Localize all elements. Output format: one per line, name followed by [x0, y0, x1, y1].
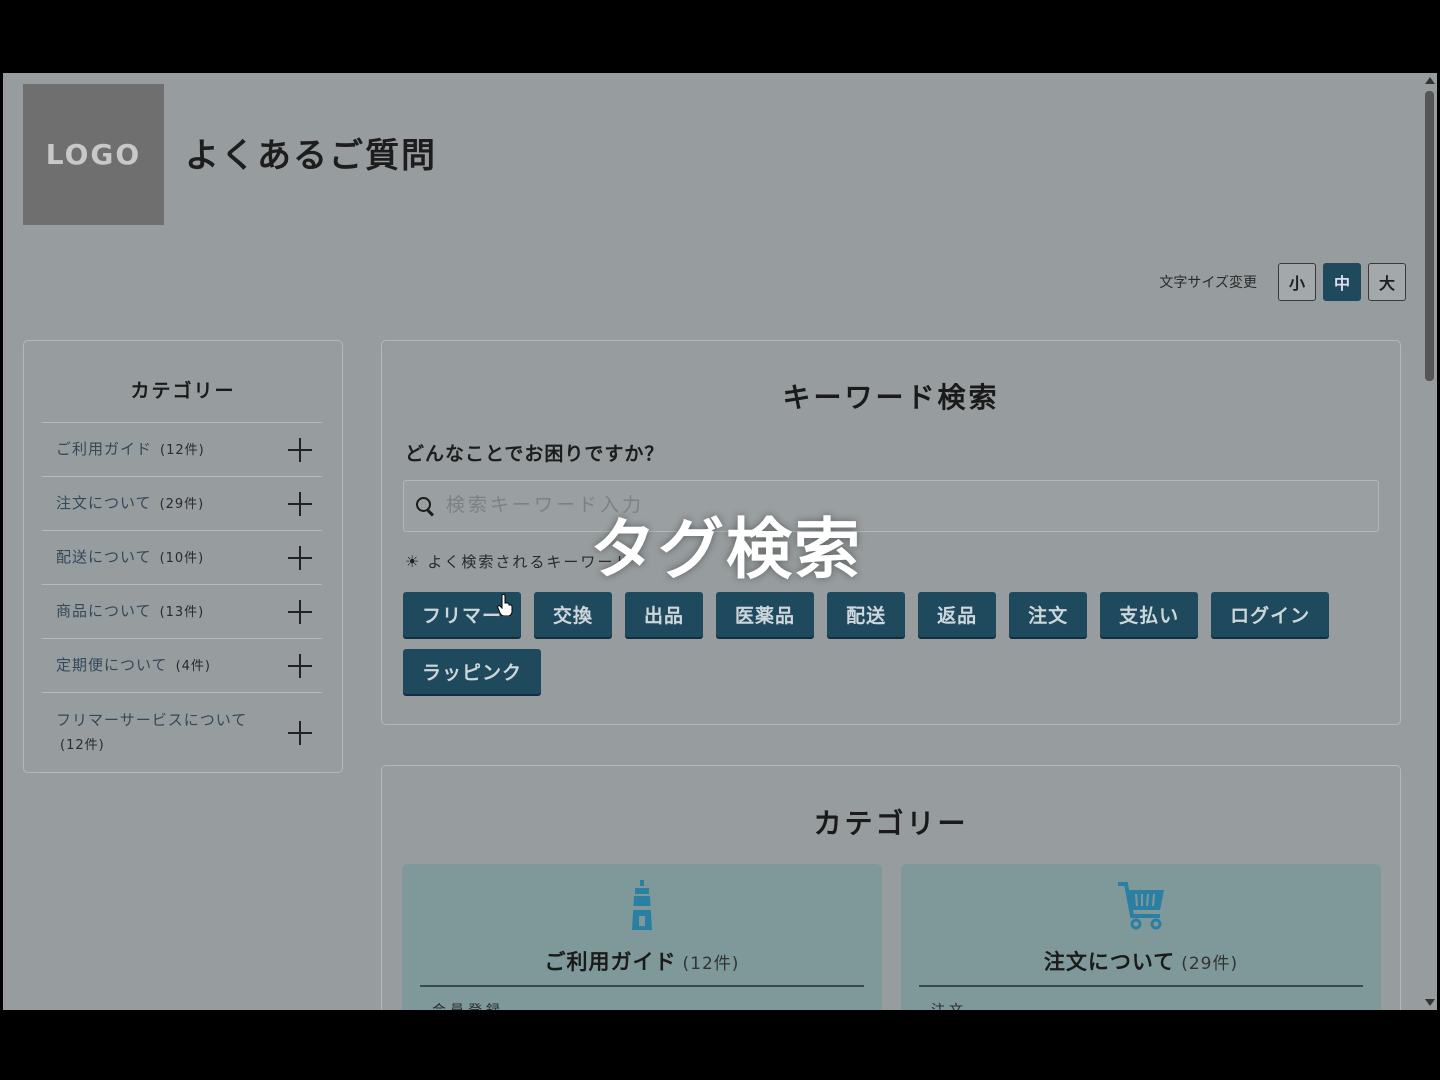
font-size-small-button[interactable]: 小 [1278, 263, 1316, 301]
search-box[interactable] [403, 480, 1379, 532]
plus-icon[interactable] [288, 653, 312, 678]
category-sidebar: カテゴリー ご利用ガイド (12件) 注文について (29件) 配送について (10件… [23, 340, 343, 773]
sidebar-item-products[interactable]: 商品について (13件) [42, 585, 322, 639]
page-title: よくあるご質問 [185, 136, 437, 176]
sidebar-item-order[interactable]: 注文について (29件) [42, 477, 322, 531]
sidebar-list: ご利用ガイド (12件) 注文について (29件) 配送について (10件) 商品につ… [42, 422, 322, 773]
sidebar-item-label: 定期便について (4件) [56, 655, 211, 674]
sidebar-item-label: 注文について (29件) [56, 493, 205, 512]
font-size-large-button[interactable]: 大 [1368, 263, 1406, 301]
font-size-switcher: 文字サイズ変更 小 中 大 [1159, 263, 1406, 301]
sidebar-item-flea-market[interactable]: フリマーサービスについて (12件) [42, 693, 322, 773]
tag-button[interactable]: 注文 [1009, 592, 1088, 637]
search-input[interactable] [436, 481, 1378, 531]
overlay-caption: タグ検索 [590, 511, 862, 588]
category-card-guide[interactable]: ご利用ガイド(12件) 会員登録 [402, 864, 882, 1010]
search-question: どんなことでお困りですか？ [405, 443, 665, 465]
font-size-label: 文字サイズ変更 [1159, 275, 1257, 291]
category-card-first-item[interactable]: 会員登録 [432, 1000, 504, 1010]
hand-cursor-icon [497, 594, 513, 616]
tag-button[interactable]: 返品 [918, 592, 997, 637]
font-size-medium-button[interactable]: 中 [1323, 263, 1361, 301]
sidebar-item-guide[interactable]: ご利用ガイド (12件) [42, 423, 322, 477]
category-panel: カテゴリー ご利用ガイド(12件) 会員登録 注文について(29件) [381, 765, 1401, 1010]
sidebar-title: カテゴリー [130, 380, 236, 402]
lighthouse-icon [632, 880, 652, 930]
sidebar-item-label: 商品について (13件) [56, 601, 205, 620]
sidebar-item-delivery[interactable]: 配送について (10件) [42, 531, 322, 585]
vertical-scrollbar[interactable] [1422, 73, 1437, 1010]
sidebar-item-label: 配送について (10件) [56, 547, 205, 566]
category-card-name: ご利用ガイド (12件) [544, 950, 740, 974]
plus-icon[interactable] [288, 545, 312, 570]
search-icon [414, 495, 436, 517]
divider [420, 985, 864, 987]
sidebar-item-label: ご利用ガイド (12件) [56, 439, 205, 458]
tag-button[interactable]: 配送 [827, 592, 906, 637]
logo-text: LOGO [45, 138, 142, 171]
sidebar-item-label: フリマーサービスについて (12件) [56, 710, 248, 753]
sparkle-icon: ☀ [405, 552, 422, 571]
plus-icon[interactable] [288, 437, 312, 462]
plus-icon[interactable] [288, 599, 312, 624]
tag-button[interactable]: 出品 [625, 592, 704, 637]
scroll-down-icon[interactable] [1425, 999, 1435, 1006]
divider [919, 985, 1363, 987]
tag-button[interactable]: ラッピンク [403, 649, 542, 694]
sidebar-item-subscription[interactable]: 定期便について (4件) [42, 639, 322, 693]
tag-list: フリマー 交換 出品 医薬品 配送 返品 注文 支払い ログイン ラッピンク [403, 592, 1363, 694]
keyword-search-title: キーワード検索 [782, 381, 1000, 414]
category-card-name: 注文について (29件) [1043, 950, 1239, 974]
logo[interactable]: LOGO [23, 84, 164, 225]
keyword-search-panel: キーワード検索 どんなことでお困りですか？ ☀ よく検索されるキーワード フリマ… [381, 340, 1401, 725]
tag-button[interactable]: 交換 [534, 592, 613, 637]
category-panel-title: カテゴリー [813, 807, 969, 840]
category-card-order[interactable]: 注文について(29件) 注文 [901, 864, 1381, 1010]
plus-icon[interactable] [288, 720, 312, 745]
tag-button[interactable]: 支払い [1100, 592, 1199, 637]
tag-button[interactable]: ログイン [1211, 592, 1330, 637]
scrollbar-thumb[interactable] [1425, 91, 1434, 381]
plus-icon[interactable] [288, 491, 312, 516]
category-card-first-item[interactable]: 注文 [931, 1000, 967, 1010]
tag-button[interactable]: 医薬品 [716, 592, 815, 637]
scroll-up-icon[interactable] [1425, 77, 1435, 84]
cart-icon [1118, 882, 1164, 930]
